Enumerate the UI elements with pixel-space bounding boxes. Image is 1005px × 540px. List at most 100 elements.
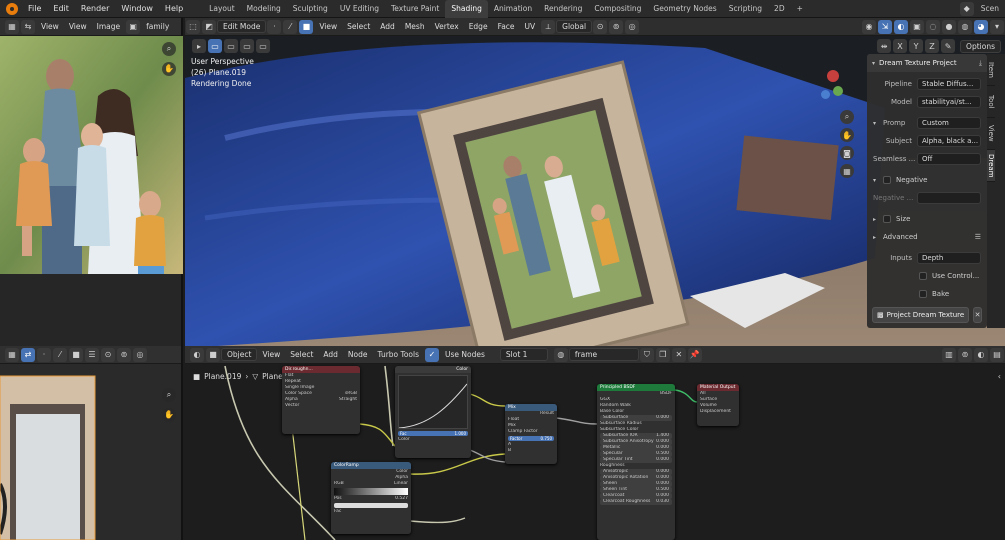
workspace-tab-scripting[interactable]: Scripting (723, 0, 768, 18)
negative-collapse-icon[interactable]: ▾ (873, 177, 883, 184)
vertex-select-icon[interactable]: · (267, 19, 282, 34)
negative-input[interactable] (917, 192, 981, 204)
project-dream-texture-button[interactable]: ▩ Project Dream Texture (872, 307, 970, 323)
axis-x-toggle[interactable]: X (893, 39, 908, 53)
pivot-icon[interactable]: ⊙ (593, 19, 608, 34)
shading-material-icon[interactable]: ◍ (958, 19, 972, 34)
transform-orientation-icon[interactable]: ⟂ (541, 19, 556, 34)
color-ramp-stop-color[interactable] (334, 503, 408, 508)
color-ramp-node[interactable]: ColorRamp Color Alpha RGB Linear Pos 0.527… (331, 462, 411, 534)
image-browse-icon[interactable]: ▣ (126, 19, 141, 34)
play-icon[interactable]: ▸ (192, 39, 206, 53)
image-name-field[interactable]: family (141, 22, 174, 31)
principled-bsdf-node-title[interactable]: Principled BSDF (597, 384, 675, 391)
image-texture-node[interactable]: Dir.roughn... Flat Repeat Single Image C… (282, 366, 360, 434)
blender-logo-icon[interactable] (6, 2, 18, 15)
seamless-dropdown[interactable]: Off (917, 153, 981, 165)
zoom-icon[interactable]: ⌕ (162, 42, 176, 56)
axis-z-toggle[interactable]: Z (925, 39, 940, 53)
editor-type-icon[interactable]: ⬚ (186, 19, 200, 34)
island-select-icon[interactable]: ☰ (85, 347, 99, 362)
shading-options-icon[interactable]: ▾ (990, 19, 1004, 34)
zoom-icon[interactable]: ⌕ (840, 110, 854, 124)
sidebar-tab-tool[interactable]: Tool (987, 86, 995, 118)
camera-icon[interactable]: ◙ (840, 146, 854, 160)
scene-icon[interactable]: ◆ (959, 1, 974, 16)
viewport-menu-face[interactable]: Face (493, 22, 520, 31)
shading-solid-icon[interactable]: ● (942, 19, 956, 34)
list-icon[interactable]: ☰ (975, 233, 981, 241)
viewport-menu-vertex[interactable]: Vertex (430, 22, 464, 31)
subject-input[interactable]: Alpha, black a... (917, 135, 981, 147)
editor-type-icon[interactable]: ▦ (5, 347, 19, 362)
select-extend-icon[interactable]: ▭ (224, 39, 238, 53)
image-texture-node-title[interactable]: Dir.roughn... (282, 366, 360, 373)
workspace-tab-uv-editing[interactable]: UV Editing (334, 0, 385, 18)
pan-hand-icon[interactable]: ✋ (162, 62, 176, 76)
viewport-menu-mesh[interactable]: Mesh (400, 22, 430, 31)
negative-checkbox[interactable] (883, 176, 891, 184)
gizmo-x-axis-icon[interactable] (827, 70, 839, 82)
xray-toggle-icon[interactable]: ▣ (910, 19, 924, 34)
mix-factor-slider[interactable]: Factor 0.750 (508, 436, 554, 441)
menu-file[interactable]: File (22, 4, 47, 13)
sidebar-tab-dream[interactable]: Dream (987, 150, 995, 182)
scene-selector[interactable]: Scen (975, 0, 1005, 18)
workspace-tab-rendering[interactable]: Rendering (538, 0, 588, 18)
image-menu-image[interactable]: Image (92, 22, 126, 31)
editor-type-icon[interactable]: ▦ (5, 19, 19, 34)
curve-graph[interactable] (398, 375, 468, 429)
options-dropdown[interactable]: Options (960, 39, 1001, 53)
clamp-factor-checkbox[interactable]: Clamp Factor (505, 429, 557, 435)
dream-panel-header[interactable]: ▾ Dream Texture Project ⤓ (867, 54, 987, 72)
pivot-icon[interactable]: ⊙ (101, 347, 115, 362)
advanced-row[interactable]: ▸ Advanced ☰ (867, 228, 987, 246)
workspace-tab-geometry-nodes[interactable]: Geometry Nodes (647, 0, 722, 18)
select-subtract-icon[interactable]: ▭ (240, 39, 254, 53)
sidebar-tab-view[interactable]: View (987, 118, 995, 150)
model-dropdown[interactable]: stabilityai/st... (917, 96, 981, 108)
menu-window[interactable]: Window (115, 4, 159, 13)
color-ramp-gradient[interactable] (334, 488, 408, 495)
cancel-project-button[interactable]: ✕ (973, 307, 982, 323)
view-mode-icon[interactable]: ⇆ (21, 19, 35, 34)
image-view-dropdown[interactable]: View (36, 22, 64, 31)
pan-hand-icon[interactable]: ✋ (840, 128, 854, 142)
workspace-tab-compositing[interactable]: Compositing (588, 0, 647, 18)
material-output-node-title[interactable]: Material Output (697, 384, 739, 391)
mix-node[interactable]: Mix Result Float Mix Clamp Factor Factor… (505, 404, 557, 464)
select-box-icon[interactable]: ▭ (208, 39, 222, 53)
workspace-tab-animation[interactable]: Animation (488, 0, 538, 18)
mix-node-title[interactable]: Mix (505, 404, 557, 411)
menu-edit[interactable]: Edit (47, 4, 75, 13)
pipeline-dropdown[interactable]: Stable Diffus... (917, 78, 981, 90)
use-control-checkbox[interactable] (919, 272, 927, 280)
node-row[interactable]: Clearcoat Roughness 0.030 (600, 499, 672, 505)
inputs-dropdown[interactable]: Depth (917, 252, 981, 264)
workspace-tab-modeling[interactable]: Modeling (241, 0, 287, 18)
size-checkbox[interactable] (883, 215, 891, 223)
size-row[interactable]: ▸ Size (867, 210, 987, 228)
advanced-expand-icon[interactable]: ▸ (873, 234, 883, 241)
prompt-dropdown[interactable]: Custom (917, 117, 981, 129)
visibility-icon[interactable]: ◉ (862, 19, 876, 34)
proportional-icon[interactable]: ◎ (133, 347, 147, 362)
download-icon[interactable]: ⤓ (979, 59, 982, 68)
transform-orientation-dropdown[interactable]: Global (556, 20, 593, 33)
zoom-icon[interactable]: ⌕ (162, 388, 176, 402)
pan-hand-icon[interactable]: ✋ (162, 408, 176, 422)
face-select-icon[interactable]: ■ (299, 19, 314, 34)
size-expand-icon[interactable]: ▸ (873, 216, 883, 223)
viewport-menu-select[interactable]: Select (342, 22, 375, 31)
shader-node-editor[interactable]: ◐ ■ Object View Select Add Node Turbo To… (185, 346, 1005, 540)
sync-selection-icon[interactable]: ⇄ (21, 347, 35, 362)
color-ramp-node-title[interactable]: ColorRamp (331, 462, 411, 469)
menu-help[interactable]: Help (159, 4, 189, 13)
mode-icon[interactable]: ◩ (202, 19, 216, 34)
shading-wire-icon[interactable]: ◌ (926, 19, 940, 34)
prompt-collapse-icon[interactable]: ▾ (873, 120, 883, 127)
navigation-gizmo[interactable] (813, 60, 853, 108)
workspace-tab-sculpting[interactable]: Sculpting (287, 0, 334, 18)
face-select-icon[interactable]: ■ (69, 347, 83, 362)
grid-perspective-icon[interactable]: ▦ (840, 164, 854, 178)
